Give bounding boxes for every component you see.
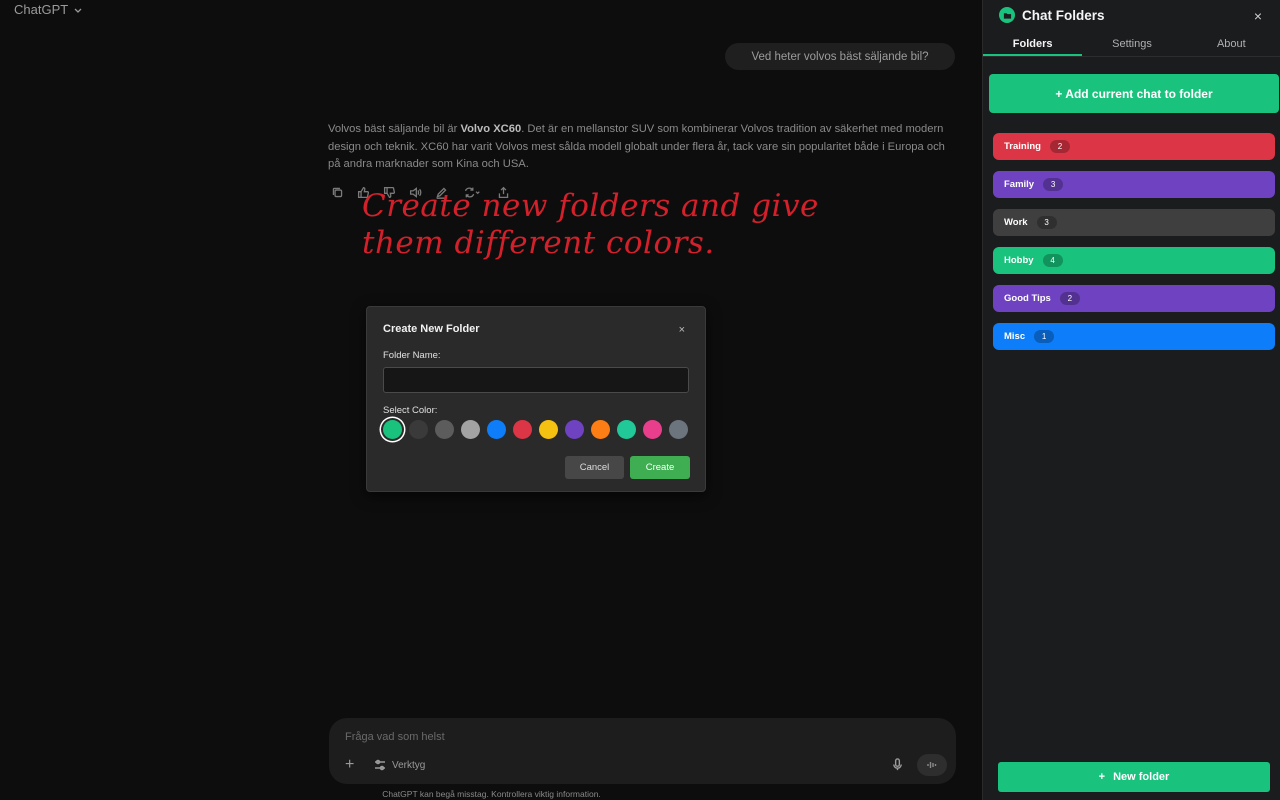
close-icon[interactable]: ×: [1254, 8, 1262, 24]
sliders-icon: [375, 759, 385, 771]
folder-count-badge: 3: [1036, 216, 1057, 229]
modal-title: Create New Folder: [383, 323, 480, 335]
folder-name: Work: [1004, 217, 1028, 228]
new-folder-button[interactable]: + New folder: [998, 762, 1270, 792]
annotation-line: Create new folders and give: [362, 188, 819, 224]
user-message-bubble: Ved heter volvos bäst säljande bil?: [725, 43, 955, 70]
annotation-line: them different colors.: [362, 225, 715, 261]
tab-folders[interactable]: Folders: [983, 30, 1083, 56]
color-swatch[interactable]: [409, 420, 428, 439]
color-swatch[interactable]: [643, 420, 662, 439]
folder-name: Training: [1004, 141, 1041, 152]
folder-name: Family: [1004, 179, 1035, 190]
composer: Fråga vad som helst + Verktyg: [329, 718, 956, 784]
folder-item[interactable]: Work 3: [993, 209, 1275, 236]
folder-name: Misc: [1004, 331, 1026, 342]
folder-count-badge: 4: [1042, 254, 1063, 267]
folder-item[interactable]: Family 3: [993, 171, 1275, 198]
color-swatch[interactable]: [669, 420, 688, 439]
assistant-text-bold: Volvo XC60: [460, 123, 522, 135]
create-folder-modal: Create New Folder × Folder Name: Select …: [366, 306, 706, 492]
tools-label: Verktyg: [392, 759, 426, 771]
composer-input[interactable]: Fråga vad som helst: [345, 731, 445, 743]
color-swatches: [383, 420, 688, 439]
model-selector[interactable]: ChatGPT: [14, 2, 83, 17]
new-folder-label: New folder: [1113, 771, 1170, 783]
color-swatch[interactable]: [617, 420, 636, 439]
color-swatch[interactable]: [435, 420, 454, 439]
folder-item[interactable]: Misc 1: [993, 323, 1275, 350]
folder-name: Good Tips: [1004, 293, 1051, 304]
color-swatch[interactable]: [461, 420, 480, 439]
copy-icon[interactable]: [329, 184, 345, 200]
add-current-chat-button[interactable]: + Add current chat to folder: [989, 74, 1279, 113]
color-swatch[interactable]: [513, 420, 532, 439]
folder-count-badge: 2: [1059, 292, 1080, 305]
microphone-icon[interactable]: [891, 758, 904, 776]
model-label: ChatGPT: [14, 2, 69, 17]
color-swatch[interactable]: [565, 420, 584, 439]
tools-button[interactable]: Verktyg: [374, 759, 425, 771]
panel-tabs: Folders Settings About: [983, 30, 1280, 57]
select-color-label: Select Color:: [383, 405, 438, 416]
folder-count-badge: 1: [1034, 330, 1055, 343]
color-swatch[interactable]: [591, 420, 610, 439]
panel-header: Chat Folders: [999, 7, 1105, 23]
folder-item[interactable]: Training 2: [993, 133, 1275, 160]
chat-folders-panel: Chat Folders × Folders Settings About + …: [982, 0, 1280, 800]
color-swatch[interactable]: [383, 420, 402, 439]
folder-count-badge: 3: [1043, 178, 1064, 191]
panel-title: Chat Folders: [1022, 7, 1105, 23]
color-swatch[interactable]: [539, 420, 558, 439]
color-swatch[interactable]: [487, 420, 506, 439]
user-message-text: Ved heter volvos bäst säljande bil?: [751, 50, 929, 63]
waveform-icon: [927, 762, 937, 768]
folder-count-badge: 2: [1049, 140, 1070, 153]
folder-name-label: Folder Name:: [383, 350, 441, 361]
tab-about[interactable]: About: [1182, 30, 1280, 56]
folder-item[interactable]: Good Tips 2: [993, 285, 1275, 312]
close-icon[interactable]: ×: [679, 324, 685, 336]
tab-settings[interactable]: Settings: [1082, 30, 1181, 56]
chevron-down-icon: [74, 8, 82, 13]
assistant-message: Volvos bäst säljande bil är Volvo XC60. …: [328, 121, 956, 174]
folder-name-input[interactable]: [383, 367, 689, 393]
cancel-button[interactable]: Cancel: [565, 456, 624, 479]
annotation-text: Create new folders and give them differe…: [362, 188, 922, 262]
folder-logo-icon: [999, 7, 1015, 23]
folder-item[interactable]: Hobby 4: [993, 247, 1275, 274]
create-button[interactable]: Create: [630, 456, 690, 479]
assistant-text-part: Volvos bäst säljande bil är: [328, 123, 461, 135]
plus-icon[interactable]: +: [345, 756, 354, 774]
plus-icon: +: [1098, 771, 1106, 783]
voice-mode-button[interactable]: [917, 754, 947, 776]
folder-name: Hobby: [1004, 255, 1034, 266]
